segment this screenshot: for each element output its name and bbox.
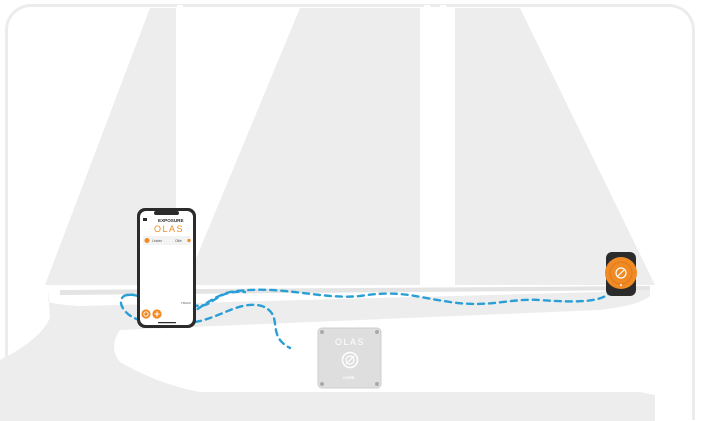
illustration: EXPOSURE OLAS Linden Ollie TRACK OLAS CO… bbox=[0, 5, 655, 421]
phone-device: EXPOSURE OLAS Linden Ollie TRACK bbox=[137, 208, 196, 328]
core-screw bbox=[375, 330, 379, 334]
phone-list-label-2: Ollie bbox=[175, 239, 182, 243]
phone-list-dot bbox=[187, 238, 191, 243]
phone-notch bbox=[154, 211, 179, 215]
phone-list-icon bbox=[144, 238, 150, 243]
phone-brand-text: EXPOSURE bbox=[158, 218, 184, 223]
phone-list-row bbox=[143, 236, 191, 245]
olas-diagram: EXPOSURE OLAS Linden Ollie TRACK OLAS CO… bbox=[0, 0, 704, 421]
sail-right bbox=[455, 8, 655, 285]
core-label: CORE bbox=[343, 375, 355, 380]
boat-sails bbox=[45, 8, 655, 285]
core-screw bbox=[320, 330, 324, 334]
phone-list-label-1: Linden bbox=[152, 239, 162, 243]
plus-icon[interactable] bbox=[152, 309, 162, 319]
core-logo: OLAS bbox=[335, 337, 365, 347]
phone-footer-label: TRACK bbox=[181, 301, 191, 305]
phone-app-logo: OLAS bbox=[154, 224, 184, 234]
phone-home-bar bbox=[158, 322, 176, 324]
core-device: OLAS CORE bbox=[317, 327, 382, 389]
phone-status-mark bbox=[143, 218, 147, 221]
mast-right bbox=[440, 5, 446, 305]
tag-led bbox=[620, 284, 622, 286]
core-screw bbox=[320, 382, 324, 386]
tag-device bbox=[605, 252, 637, 296]
olas-logo-icon[interactable] bbox=[141, 309, 151, 319]
sail-middle bbox=[185, 8, 420, 285]
mast-middle bbox=[424, 5, 430, 305]
core-screw bbox=[375, 382, 379, 386]
